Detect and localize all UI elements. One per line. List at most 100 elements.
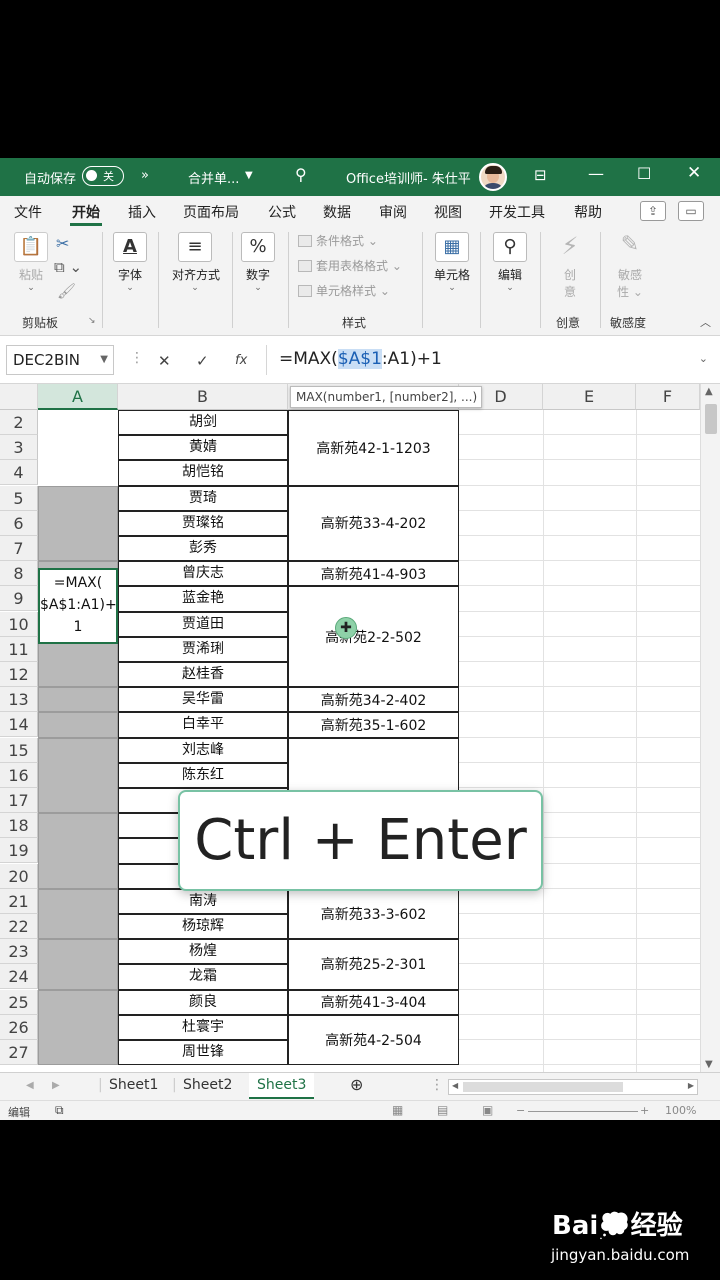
active-cell-a2[interactable]: =MAX( $A$1:A1)+ 1	[38, 568, 118, 644]
tab-home[interactable]: 开始	[72, 202, 100, 222]
editing-button[interactable]: ⚲ 编辑 ⌄	[490, 232, 530, 293]
merged-cell-a[interactable]	[38, 712, 118, 738]
scroll-thumb[interactable]	[705, 404, 717, 434]
name-cell[interactable]: 吴华雷	[118, 687, 288, 713]
function-tooltip[interactable]: MAX(number1, [number2], ...)	[290, 386, 482, 408]
name-cell[interactable]: 杨煌	[118, 939, 288, 965]
name-cell[interactable]: 陈东红	[118, 762, 288, 788]
sheet-tab-sheet2[interactable]: Sheet2	[183, 1077, 232, 1093]
font-button[interactable]: A 字体 ⌄	[110, 232, 150, 293]
address-cell[interactable]: 高新苑33-3-602	[288, 888, 459, 940]
row-header[interactable]: 20	[0, 863, 38, 889]
name-cell[interactable]: 颜良	[118, 989, 288, 1015]
address-cell[interactable]: 高新苑41-4-903	[288, 561, 459, 587]
tab-formulas[interactable]: 公式	[268, 202, 296, 222]
row-header[interactable]: 14	[0, 712, 38, 738]
row-header[interactable]: 17	[0, 788, 38, 813]
number-button[interactable]: % 数字 ⌄	[238, 232, 278, 293]
row-header[interactable]: 25	[0, 989, 38, 1015]
row-header[interactable]: 8	[0, 561, 38, 587]
row-header[interactable]: 2	[0, 410, 38, 435]
row-header[interactable]: 4	[0, 460, 38, 486]
row-header[interactable]: 3	[0, 435, 38, 461]
ideas-button[interactable]: ⚡ 创 意	[550, 232, 590, 300]
search-icon[interactable]: ⚲	[295, 165, 307, 184]
paste-button[interactable]: 📋 粘贴 ⌄	[12, 232, 50, 293]
name-cell[interactable]: 赵桂香	[118, 662, 288, 688]
close-icon[interactable]: ✕	[687, 163, 701, 183]
tab-review[interactable]: 审阅	[379, 202, 407, 222]
name-cell[interactable]: 蓝金艳	[118, 586, 288, 612]
scroll-up-icon[interactable]: ▲	[705, 386, 713, 397]
merged-cell-a[interactable]	[38, 813, 118, 889]
address-cell[interactable]: 高新苑34-2-402	[288, 687, 459, 713]
name-cell[interactable]: 黄婧	[118, 435, 288, 461]
cells-button[interactable]: ▦ 单元格 ⌄	[432, 232, 472, 293]
address-cell[interactable]: 高新苑33-4-202	[288, 485, 459, 562]
zoom-in-icon[interactable]: +	[640, 1104, 649, 1117]
name-cell[interactable]: 贾璨铭	[118, 510, 288, 536]
row-header[interactable]: 11	[0, 636, 38, 662]
name-cell[interactable]: 贾道田	[118, 611, 288, 637]
ribbon-display-icon[interactable]: ⊟	[534, 166, 547, 184]
column-header-e[interactable]: E	[543, 384, 636, 410]
more-commands-icon[interactable]: »	[141, 168, 149, 183]
name-cell[interactable]: 白幸平	[118, 712, 288, 738]
chevron-down-icon[interactable]: ▼	[100, 346, 108, 374]
insert-function-icon[interactable]: fx	[235, 353, 247, 368]
scroll-left-icon[interactable]: ◀	[26, 1080, 34, 1091]
formula-input[interactable]: =MAX($A$1:A1)+1 ⌄	[266, 345, 714, 375]
cell-styles-button[interactable]: 单元格样式 ⌄	[298, 282, 390, 299]
merged-cell-a[interactable]	[38, 737, 118, 814]
format-painter-icon[interactable]: 🖌	[57, 282, 76, 300]
name-cell[interactable]: 刘志峰	[118, 737, 288, 763]
name-cell[interactable]: 胡恺铭	[118, 460, 288, 486]
row-header[interactable]: 12	[0, 662, 38, 687]
row-header[interactable]: 22	[0, 914, 38, 939]
name-box[interactable]: DEC2BIN ▼	[6, 345, 114, 375]
accessibility-icon[interactable]: ⧉	[55, 1103, 64, 1118]
row-header[interactable]: 18	[0, 813, 38, 839]
tab-developer[interactable]: 开发工具	[489, 202, 545, 222]
name-cell[interactable]: 杜寰宇	[118, 1014, 288, 1040]
page-break-view-icon[interactable]: ▣	[482, 1103, 493, 1117]
minimize-icon[interactable]: —	[588, 164, 604, 183]
add-sheet-icon[interactable]: ⊕	[350, 1075, 363, 1094]
cut-icon[interactable]: ✂	[56, 234, 69, 253]
split-handle-icon[interactable]: ⋮	[430, 1077, 444, 1093]
name-cell[interactable]: 周世锋	[118, 1040, 288, 1066]
zoom-slider[interactable]	[528, 1111, 638, 1112]
sheet-tab-sheet3[interactable]: Sheet3	[249, 1073, 315, 1099]
tab-help[interactable]: 帮助	[574, 202, 602, 222]
name-cell[interactable]: 贾琦	[118, 485, 288, 511]
comments-icon[interactable]: ▭	[678, 201, 704, 221]
name-cell[interactable]: 南涛	[118, 888, 288, 914]
name-cell[interactable]: 胡剑	[118, 410, 288, 436]
row-header[interactable]: 23	[0, 939, 38, 965]
share-icon[interactable]: ⇪	[640, 201, 666, 221]
column-header-b[interactable]: B	[118, 384, 288, 410]
scroll-right-icon[interactable]: ▶	[52, 1080, 60, 1091]
tab-insert[interactable]: 插入	[128, 202, 156, 222]
horizontal-scrollbar[interactable]: ◀ ▶	[448, 1079, 698, 1095]
address-cell[interactable]: 高新苑2-2-502	[288, 586, 459, 688]
sensitivity-button[interactable]: ✎ 敏感 性 ⌄	[610, 232, 650, 300]
row-header[interactable]: 6	[0, 510, 38, 536]
row-header[interactable]: 19	[0, 838, 38, 864]
address-cell[interactable]: 高新苑4-2-504	[288, 1014, 459, 1066]
column-header-f[interactable]: F	[636, 384, 700, 410]
address-cell[interactable]: 高新苑25-2-301	[288, 939, 459, 990]
tab-page-layout[interactable]: 页面布局	[183, 202, 239, 222]
scroll-down-icon[interactable]: ▼	[705, 1059, 713, 1070]
conditional-formatting-button[interactable]: 条件格式 ⌄	[298, 232, 378, 249]
name-cell[interactable]: 彭秀	[118, 536, 288, 562]
tab-view[interactable]: 视图	[434, 202, 462, 222]
merged-cell-a[interactable]	[38, 888, 118, 940]
name-cell[interactable]: 曾庆志	[118, 561, 288, 587]
worksheet-grid[interactable]: A B C D E F 2345678910111213141516171819…	[0, 384, 700, 1072]
zoom-out-icon[interactable]: −	[516, 1104, 525, 1117]
scroll-thumb[interactable]	[463, 1082, 623, 1092]
enter-icon[interactable]: ✓	[196, 352, 209, 370]
cancel-icon[interactable]: ✕	[158, 352, 171, 370]
row-header[interactable]: 13	[0, 687, 38, 713]
